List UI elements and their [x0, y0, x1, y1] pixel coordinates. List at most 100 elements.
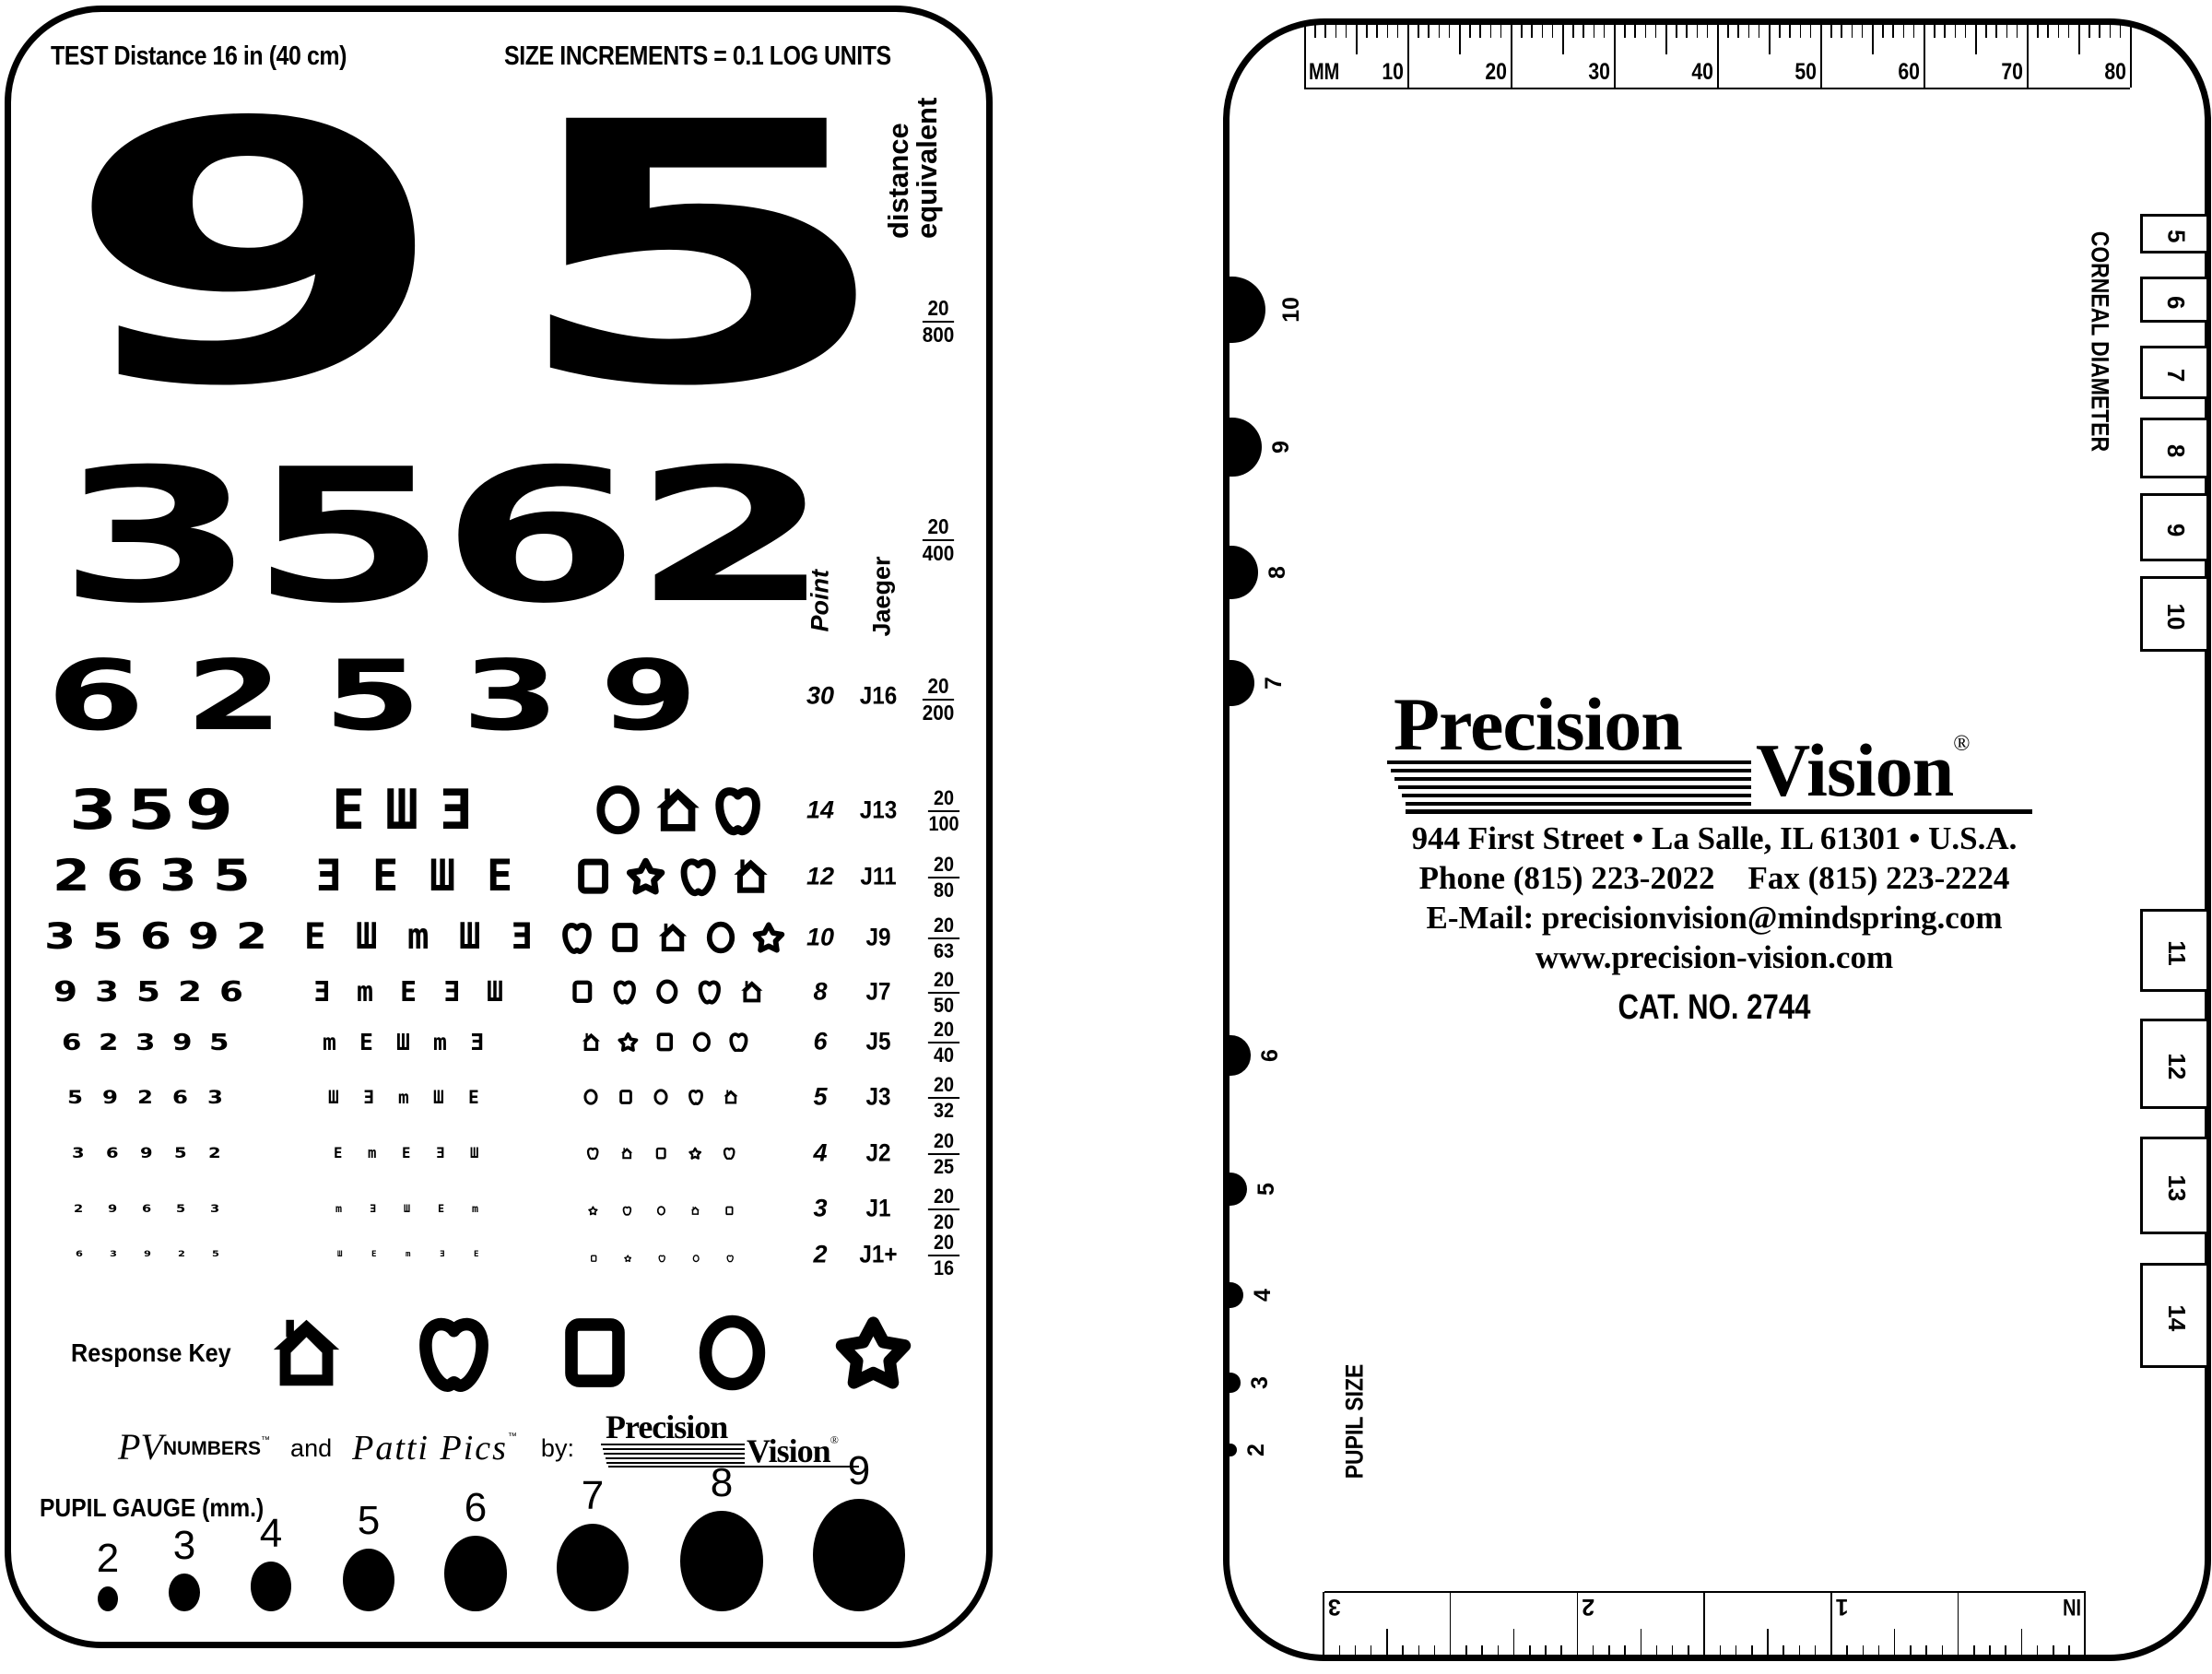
inch-tick — [1655, 1645, 1658, 1656]
jaeger-size: J1 — [865, 1194, 891, 1222]
mm-tick — [2130, 25, 2132, 88]
inch-tick — [1862, 1645, 1865, 1656]
optotype-symbol — [588, 1204, 598, 1216]
optotype-digit: 2 — [137, 1086, 153, 1108]
pupil-size-number: 8 — [1264, 566, 1290, 579]
optotype-letter: Ǝ — [363, 1086, 374, 1108]
mm-tick — [1758, 25, 1760, 38]
optotype-letter: Ш — [487, 975, 503, 1008]
company-email[interactable]: E-Mail: precisionvision@mindspring.com — [1364, 898, 2065, 937]
optotype-digit: 9 — [108, 1201, 118, 1215]
inch-tick — [2020, 1629, 2023, 1656]
optotype-digit: 3 — [44, 916, 76, 958]
fraction-numerator: 20 — [927, 1232, 960, 1256]
fraction-numerator: 20 — [927, 915, 960, 939]
mm-ruler-label: 70 — [2001, 59, 2023, 85]
optotype-symbol — [573, 856, 613, 896]
inch-tick — [1973, 1645, 1975, 1656]
optotype-symbol — [726, 1251, 734, 1263]
jaeger-size: J9 — [865, 923, 891, 951]
optotype-symbol — [723, 1147, 735, 1161]
optotype-letter: Ш — [433, 1086, 444, 1108]
and-text: and — [290, 1434, 333, 1462]
fraction-numerator: 20 — [927, 855, 960, 878]
inch-tick — [2084, 1592, 2086, 1656]
pupil-size-number: 7 — [1260, 677, 1287, 690]
optotype-letter: E — [372, 852, 399, 902]
optotype-symbol — [739, 979, 765, 1005]
inch-tick — [1925, 1645, 1927, 1656]
mm-tick — [2109, 25, 2112, 38]
optotype-digit: 2 — [74, 1201, 84, 1215]
fraction-denominator: 100 — [928, 812, 959, 835]
distance-equivalent-fraction: 20 800 — [918, 298, 959, 346]
distance-equivalent-fraction: 20 20 — [924, 1186, 965, 1232]
mm-tick — [2078, 25, 2080, 54]
apple-icon — [622, 1206, 632, 1216]
company-contact: 944 First Street • La Salle, IL 61301 • … — [1364, 819, 2065, 977]
pupil-gauge-dot — [97, 1586, 119, 1611]
inch-tick — [1671, 1645, 1674, 1656]
corneal-diameter-box: 7 — [2140, 346, 2206, 400]
optotype-letter: m — [335, 1201, 343, 1215]
optotype-digit: 3 — [159, 852, 197, 902]
house-icon — [724, 1090, 738, 1104]
mm-tick — [1418, 25, 1419, 38]
mm-ruler-label: 40 — [1691, 59, 1713, 85]
mm-tick — [2067, 25, 2070, 38]
mm-tick — [1841, 25, 1842, 38]
optotype-symbol — [590, 1251, 597, 1263]
mm-tick — [1511, 25, 1512, 88]
inch-tick — [1433, 1645, 1436, 1656]
point-size: 4 — [813, 1138, 828, 1167]
mm-tick — [1541, 25, 1544, 38]
optotype-symbol — [654, 1147, 667, 1160]
jaeger-size: J3 — [865, 1082, 891, 1111]
pupil-gauge-size-label: 3 — [172, 1523, 196, 1569]
mm-tick — [1985, 25, 1987, 38]
corneal-diameter-box: 11 — [2140, 909, 2206, 992]
mm-tick — [1686, 25, 1688, 38]
optotype-symbol — [688, 1089, 704, 1105]
optotype-digit: 3 — [210, 1201, 220, 1215]
corneal-diameter-box: 9 — [2140, 493, 2206, 562]
optotype-symbol — [653, 784, 703, 835]
mm-tick — [1654, 25, 1657, 38]
optotype-digit: 3 — [135, 1028, 156, 1055]
inch-tick — [1846, 1645, 1848, 1656]
optotype-symbol — [656, 921, 689, 954]
mm-tick — [1386, 25, 1389, 38]
mm-tick — [1562, 25, 1564, 54]
optotype-letter: Ш — [404, 1201, 411, 1215]
mm-tick — [1769, 25, 1771, 54]
inch-tick — [1624, 1645, 1626, 1656]
optotype-digit: 5 — [127, 778, 176, 843]
optotype-symbol — [618, 1089, 634, 1105]
main-logo-speed-line — [1394, 777, 1751, 781]
mm-tick — [1799, 25, 1802, 38]
mm-tick — [1912, 25, 1915, 38]
corneal-diameter-box: 6 — [2140, 277, 2206, 324]
optotype-letter: E — [332, 778, 366, 843]
inch-ruler-label: 3 — [1327, 1594, 1341, 1620]
inch-tick — [1354, 1645, 1357, 1656]
fraction-denominator: 32 — [933, 1099, 955, 1122]
optotype-symbol — [618, 1032, 639, 1053]
mm-tick — [2057, 25, 2060, 38]
optotype-symbol — [697, 979, 723, 1005]
optotype-symbol — [692, 1251, 700, 1263]
fraction-numerator: 20 — [922, 298, 955, 323]
mm-tick — [1934, 25, 1936, 38]
inch-ruler-label: 2 — [1582, 1594, 1595, 1620]
mm-tick — [1882, 25, 1884, 38]
circle-icon — [653, 1089, 668, 1105]
inch-tick — [1957, 1592, 1959, 1656]
mm-ruler-label: 60 — [1898, 59, 1920, 85]
pupil-size-number: 6 — [1257, 1049, 1284, 1062]
inch-tick — [1608, 1645, 1610, 1656]
optotype-letter: m — [398, 1086, 409, 1108]
apple-icon — [688, 1090, 703, 1105]
optotype-symbol — [752, 921, 785, 954]
company-website[interactable]: www.precision-vision.com — [1364, 937, 2065, 977]
apple-icon — [698, 980, 721, 1005]
